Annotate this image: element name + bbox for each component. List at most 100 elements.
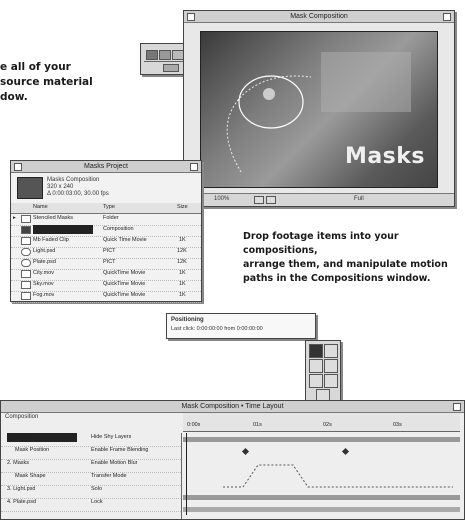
column-type[interactable]: Type	[103, 203, 115, 212]
positioning-popup: Positioning Last click: 0:00:00:00 from …	[166, 313, 316, 339]
layer-name: 1. Masks	[7, 433, 77, 442]
list-item[interactable]: Fog.mov QuickTime Movie 1K	[11, 291, 201, 303]
import-callout: e all of your source material dow.	[0, 60, 120, 105]
composition-title: Mask Composition	[290, 13, 348, 20]
layer-row[interactable]: 3. Light.psd Solo	[1, 485, 181, 499]
composition-window: Mask Composition Masks 100% Full	[183, 10, 455, 207]
disclosure-triangle-icon[interactable]: ▸	[13, 214, 16, 223]
close-box-icon[interactable]	[14, 163, 22, 171]
item-type: Folder	[103, 215, 119, 221]
layer-outline: 1. Masks Hide Shy Layers Mask Position E…	[1, 433, 182, 519]
mask-tool-icon[interactable]	[324, 374, 338, 388]
item-size: 12K	[177, 259, 187, 265]
project-list: ▸ Stenciled Masks Folder Masks Compositi…	[11, 214, 201, 303]
rotation-tool-icon[interactable]	[324, 344, 338, 358]
pict-icon	[21, 259, 31, 267]
folder-icon	[21, 215, 31, 223]
project-info-duration: Δ 0:00:03:00, 30.00 fps	[47, 191, 109, 197]
mask-ellipse[interactable]	[238, 75, 304, 129]
keyframe-icon[interactable]	[241, 447, 250, 456]
selection-tool-icon[interactable]	[309, 344, 323, 358]
region-button[interactable]	[254, 196, 264, 204]
layer-row[interactable]: Mask Shape Transfer Mode	[1, 472, 181, 486]
zoom-tool-icon[interactable]	[309, 374, 323, 388]
item-type: Composition	[103, 226, 134, 232]
column-size[interactable]: Size	[177, 203, 188, 212]
layer-row[interactable]: 2. Masks Enable Motion Blur	[1, 459, 181, 473]
composition-icon	[21, 226, 31, 234]
timeline-tracks[interactable]	[183, 433, 460, 515]
keyframe-icon[interactable]	[341, 447, 350, 456]
layer-switch[interactable]: Enable Frame Blending	[91, 446, 148, 455]
item-size: 1K	[179, 237, 186, 243]
column-name[interactable]: Name	[33, 203, 48, 212]
item-type: QuickTime Movie	[103, 292, 146, 298]
item-name: Stenciled Masks	[33, 215, 74, 221]
hand-tool-icon[interactable]	[324, 359, 338, 373]
layer-name: Mask Position	[15, 447, 50, 453]
layer-switch[interactable]: Hide Shy Layers	[91, 433, 131, 442]
layer-name: 2. Masks	[7, 460, 30, 466]
duration-bar[interactable]	[183, 495, 460, 500]
item-name: Masks Composition	[33, 225, 93, 234]
movie-icon	[21, 292, 31, 300]
duration-bar[interactable]	[183, 507, 460, 512]
layer-switch[interactable]: Lock	[91, 498, 103, 507]
tool-palette	[305, 340, 341, 406]
item-size: 12K	[177, 248, 187, 254]
import-callout-line1: e all of your	[0, 61, 71, 73]
item-size: 1K	[179, 270, 186, 276]
zoom-box-icon[interactable]	[190, 163, 198, 171]
duration-bar[interactable]	[183, 437, 460, 442]
item-name: Light.psd	[33, 248, 56, 254]
movie-icon	[21, 281, 31, 289]
light-layer	[321, 52, 411, 112]
composition-titlebar[interactable]: Mask Composition	[184, 11, 454, 23]
close-box-icon[interactable]	[187, 13, 195, 21]
zoom-level[interactable]: 100%	[214, 195, 229, 204]
zoom-box-icon[interactable]	[453, 403, 461, 411]
project-title: Masks Project	[84, 163, 128, 170]
item-name: Mb Faded Clip	[33, 237, 69, 243]
item-type: PICT	[103, 248, 116, 254]
layer-switch[interactable]: Transfer Mode	[91, 472, 127, 481]
zoom-box-icon[interactable]	[443, 13, 451, 21]
movie-icon	[21, 237, 31, 245]
import-callout-line3: dow.	[0, 91, 28, 103]
time-layout-header-label: Composition	[5, 414, 39, 420]
time-ruler[interactable]: 0:00s 01s 02s 03s	[183, 413, 460, 432]
snapshot-button[interactable]	[266, 196, 276, 204]
drop-callout-line3: paths in the Compositions window.	[243, 273, 431, 284]
popup-title: Positioning	[171, 317, 204, 323]
time-layout-titlebar[interactable]: Mask Composition • Time Layout	[1, 401, 464, 413]
anchor-point[interactable]	[263, 88, 275, 100]
ruler-mark: 02s	[323, 422, 332, 428]
audio-button[interactable]	[163, 64, 179, 72]
play-button[interactable]	[146, 50, 158, 60]
time-marker[interactable]	[186, 433, 187, 515]
item-name: City.mov	[33, 270, 54, 276]
project-titlebar[interactable]: Masks Project	[11, 161, 201, 173]
drop-callout-line1: Drop footage items into your composition…	[243, 231, 399, 256]
item-size: 1K	[179, 281, 186, 287]
layer-row[interactable]: Mask Position Enable Frame Blending	[1, 446, 181, 460]
layer-name: Mask Shape	[15, 473, 46, 479]
layer-switch[interactable]: Solo	[91, 485, 102, 494]
step-forward-button[interactable]	[159, 50, 171, 60]
composition-statusbar: 100% Full	[184, 193, 454, 206]
layer-row[interactable]: 1. Masks Hide Shy Layers	[1, 433, 181, 447]
item-type: QuickTime Movie	[103, 270, 146, 276]
ruler-mark: 01s	[253, 422, 262, 428]
import-callout-line2: source material	[0, 76, 93, 88]
pen-tool-icon[interactable]	[309, 359, 323, 373]
resolution[interactable]: Full	[354, 195, 364, 204]
layer-name: 3. Light.psd	[7, 486, 36, 492]
time-layout-title: Mask Composition • Time Layout	[181, 403, 284, 410]
ruler-mark: 0:00s	[187, 422, 201, 428]
layer-row[interactable]: 4. Plate.psd Lock	[1, 498, 181, 512]
item-size: 1K	[179, 292, 186, 298]
layer-switch[interactable]: Enable Motion Blur	[91, 459, 137, 468]
project-thumbnail	[17, 177, 43, 199]
composition-canvas[interactable]: Masks	[200, 31, 438, 188]
item-name: Sky.mov	[33, 281, 54, 287]
